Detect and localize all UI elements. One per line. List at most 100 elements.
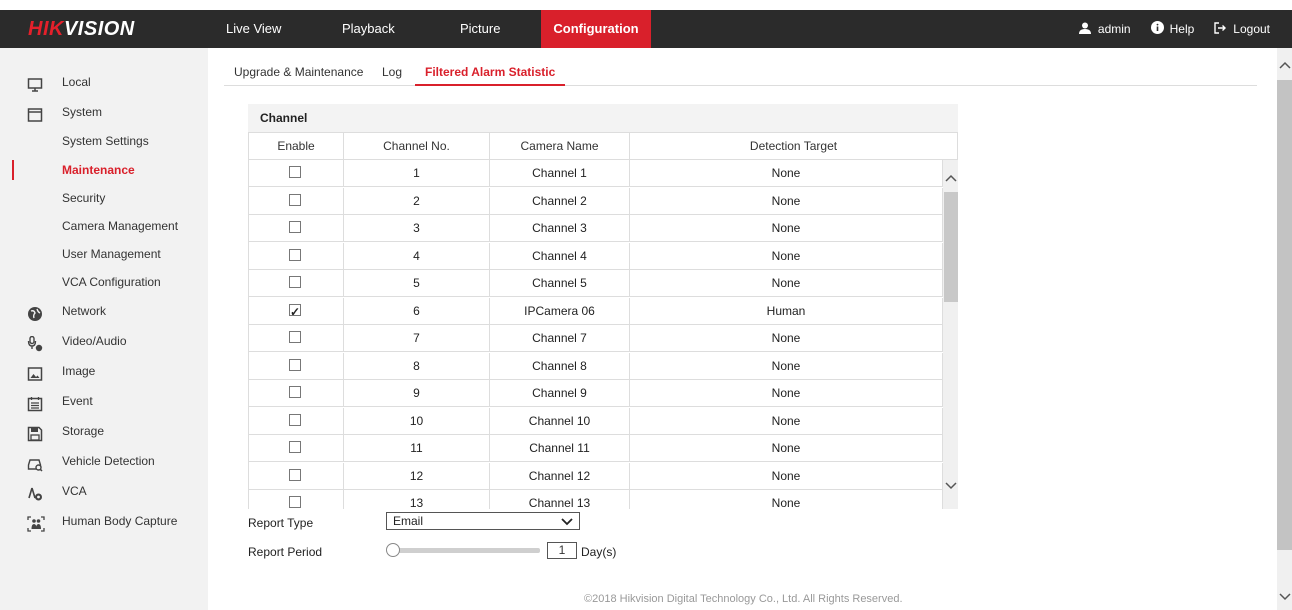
admin-label: admin: [1097, 22, 1131, 36]
detection-target-cell: Human: [630, 297, 943, 324]
enable-checkbox[interactable]: [289, 248, 301, 261]
table-row: 1 Channel 1 None: [249, 160, 943, 187]
enable-checkbox[interactable]: [289, 193, 301, 206]
sidebar-item-system[interactable]: System: [0, 97, 208, 127]
camera-name-cell: Channel 10: [490, 407, 630, 434]
table-row: 12 Channel 12 None: [249, 462, 943, 490]
page-scroll-down-icon[interactable]: [1278, 590, 1291, 603]
vehicle-icon: [27, 453, 43, 472]
enable-cell: [249, 270, 344, 296]
detection-target-cell: None: [630, 187, 943, 214]
enable-checkbox[interactable]: [289, 441, 301, 453]
table-row: 4 Channel 4 None: [249, 242, 943, 270]
sidebar-item-vca[interactable]: VCA: [0, 476, 208, 506]
slider-handle[interactable]: [386, 543, 400, 557]
enable-checkbox[interactable]: [289, 299, 301, 325]
enable-checkbox[interactable]: [289, 221, 301, 233]
logout-label: Logout: [1233, 22, 1270, 36]
enable-cell: [249, 490, 344, 509]
report-period-input[interactable]: 1: [547, 542, 577, 559]
sidebar-item-security[interactable]: Security: [0, 183, 208, 213]
enable-checkbox[interactable]: [289, 468, 301, 481]
nav-live-view[interactable]: Live View: [216, 10, 291, 48]
enable-checkbox[interactable]: [289, 331, 301, 343]
enable-checkbox[interactable]: [289, 276, 301, 288]
sidebar-item-label: VCA Configuration: [62, 275, 161, 289]
table-row: 8 Channel 8 None: [249, 352, 943, 380]
sidebar-item-label: User Management: [62, 247, 161, 261]
camera-name-cell: Channel 3: [490, 215, 630, 241]
column-header-channel-no: Channel No.: [344, 133, 490, 159]
tab-upgrade-maintenance[interactable]: Upgrade & Maintenance: [224, 60, 373, 86]
scrollbar-thumb[interactable]: [944, 192, 958, 302]
tab-filtered-alarm-statistic[interactable]: Filtered Alarm Statistic: [415, 60, 566, 86]
nav-playback[interactable]: Playback: [332, 10, 405, 48]
detection-target-cell: None: [630, 462, 943, 489]
sidebar-item-network[interactable]: Network: [0, 296, 208, 326]
channel-no-cell: 4: [344, 242, 490, 269]
page-scrollbar[interactable]: [1277, 48, 1292, 610]
table-row: 11 Channel 11 None: [249, 435, 943, 462]
detection-target-cell: None: [630, 242, 943, 269]
table-scrollbar[interactable]: [943, 160, 958, 509]
globe-icon: [27, 303, 43, 321]
channel-no-cell: 2: [344, 187, 490, 214]
detection-target-cell: None: [630, 215, 943, 241]
enable-checkbox[interactable]: [289, 413, 301, 426]
sidebar-item-image[interactable]: Image: [0, 356, 208, 386]
enable-checkbox[interactable]: [289, 386, 301, 398]
page-scrollbar-thumb[interactable]: [1277, 80, 1292, 550]
sidebar-item-user-management[interactable]: User Management: [0, 239, 208, 269]
nav-picture[interactable]: Picture: [450, 10, 510, 48]
detection-target-cell: None: [630, 490, 943, 509]
enable-checkbox[interactable]: [289, 496, 301, 508]
report-type-select[interactable]: Email: [386, 512, 580, 530]
column-header-detection-target: Detection Target: [749, 139, 838, 153]
sidebar-item-human-body-capture[interactable]: Human Body Capture: [0, 506, 208, 536]
enable-cell: [249, 407, 344, 434]
report-period-unit: Day(s): [581, 545, 617, 559]
sidebar-item-video-audio[interactable]: Video/Audio: [0, 326, 208, 356]
channel-no-cell: 11: [344, 435, 490, 461]
nav-configuration[interactable]: Configuration: [541, 10, 651, 48]
detection-target-cell: None: [630, 325, 943, 351]
scroll-up-icon[interactable]: [945, 172, 957, 184]
sidebar: Local System System Settings Maintenance…: [0, 48, 208, 610]
table-row: 10 Channel 10 None: [249, 407, 943, 435]
sidebar-item-maintenance[interactable]: Maintenance: [0, 155, 208, 185]
monitor-icon: [27, 74, 43, 92]
page-scroll-up-icon[interactable]: [1278, 58, 1291, 71]
sidebar-item-camera-management[interactable]: Camera Management: [0, 211, 208, 241]
logout-button[interactable]: Logout: [1214, 21, 1270, 37]
sidebar-item-label: Maintenance: [62, 163, 135, 177]
enable-checkbox[interactable]: [289, 358, 301, 371]
sidebar-item-vehicle-detection[interactable]: Vehicle Detection: [0, 446, 208, 476]
channel-no-cell: 7: [344, 325, 490, 351]
scroll-down-icon[interactable]: [945, 480, 957, 492]
sidebar-item-vca-configuration[interactable]: VCA Configuration: [0, 267, 208, 297]
camera-name-cell: Channel 13: [490, 490, 630, 509]
channel-table-body: 1 Channel 1 None 2 Channel 2 None 3 Channel 3 No…: [248, 160, 958, 509]
user-icon: [1078, 22, 1092, 37]
channel-no-cell: 6: [344, 297, 490, 324]
channel-no-cell: 10: [344, 407, 490, 434]
hikvision-logo: HIKVISION: [28, 18, 135, 40]
report-period-slider[interactable]: [386, 542, 542, 560]
camera-name-cell: Channel 5: [490, 270, 630, 296]
tab-log[interactable]: Log: [372, 60, 412, 86]
enable-cell: [249, 435, 344, 461]
table-row: 3 Channel 3 None: [249, 215, 943, 242]
sidebar-item-event[interactable]: Event: [0, 386, 208, 416]
channel-no-cell: 1: [344, 160, 490, 186]
sidebar-item-system-settings[interactable]: System Settings: [0, 126, 208, 156]
sidebar-item-storage[interactable]: Storage: [0, 416, 208, 446]
enable-cell: [249, 462, 344, 489]
sidebar-item-label: Storage: [62, 424, 105, 438]
human-body-icon: [27, 513, 45, 532]
sidebar-item-local[interactable]: Local: [0, 67, 208, 97]
enable-checkbox[interactable]: [289, 166, 301, 178]
help-label: Help: [1169, 22, 1195, 36]
help-button[interactable]: Help: [1150, 21, 1195, 37]
sidebar-item-label: System Settings: [62, 134, 149, 148]
admin-user-button[interactable]: admin: [1078, 22, 1131, 37]
